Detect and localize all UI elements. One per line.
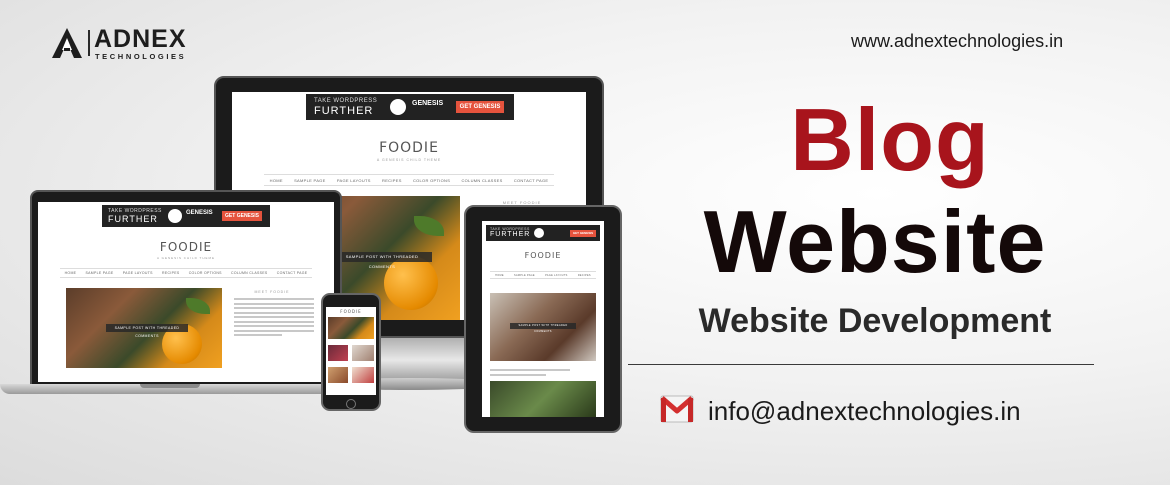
logo-name: ADNEX — [94, 25, 187, 53]
tablet-featured-photo: SAMPLE POST WITH THREADED COMMENTS — [490, 293, 596, 361]
logo-subtitle: TECHNOLOGIES — [95, 52, 187, 61]
desktop-nav: HOME SAMPLE PAGE PAGE LAYOUTS RECIPES COLOR … — [264, 174, 554, 186]
laptop-banner: TAKE WORDPRESS FURTHER GENESIS GET GENES… — [102, 205, 270, 227]
email-address[interactable]: info@adnextechnologies.in — [708, 396, 1021, 427]
laptop: TAKE WORDPRESS FURTHER GENESIS GET GENES… — [0, 190, 345, 402]
phone-photo-5 — [352, 367, 374, 383]
get-genesis-button[interactable]: GET GENESIS — [222, 211, 262, 221]
phone-photo-3 — [352, 345, 374, 361]
phone-photo-4 — [328, 367, 348, 383]
adnex-logo-icon — [52, 28, 82, 58]
phone-photo-2 — [328, 345, 348, 361]
phone-screen: FOODIE — [326, 307, 376, 395]
laptop-nav: HOME SAMPLE PAGE PAGE LAYOUTS RECIPES COLOR … — [60, 268, 312, 278]
tablet-second-photo — [490, 381, 596, 417]
tablet-banner: TAKE WORDPRESS FURTHER GET GENESIS — [486, 225, 600, 241]
laptop-sidebar-text — [234, 298, 314, 339]
tablet-post-text — [490, 369, 570, 378]
tablet-screen: TAKE WORDPRESS FURTHER GET GENESIS FOODI… — [482, 221, 604, 417]
get-genesis-button[interactable]: GET GENESIS — [570, 230, 596, 237]
laptop-screen: TAKE WORDPRESS FURTHER GENESIS GET GENES… — [38, 202, 334, 382]
gmail-icon — [660, 395, 694, 423]
phone-photo-1 — [328, 317, 374, 339]
smartphone: FOODIE — [321, 293, 381, 411]
website-url[interactable]: www.adnextechnologies.in — [851, 31, 1063, 52]
desktop-banner: TAKE WORDPRESS FURTHER GENESIS GET GENES… — [306, 94, 514, 120]
logo-divider — [88, 30, 90, 56]
get-genesis-button[interactable]: GET GENESIS — [456, 101, 504, 113]
divider-line — [628, 364, 1094, 365]
laptop-featured-photo: SAMPLE POST WITH THREADED COMMENTS — [66, 288, 222, 368]
genesis-logo-icon — [534, 228, 544, 238]
tablet-nav: HOME SAMPLE PAGE PAGE LAYOUTS RECIPES — [490, 271, 596, 279]
genesis-logo-icon — [168, 209, 182, 223]
genesis-logo-icon — [390, 99, 406, 115]
company-logo: ADNEX TECHNOLOGIES — [50, 26, 210, 62]
tablet: TAKE WORDPRESS FURTHER GET GENESIS FOODI… — [464, 205, 622, 433]
